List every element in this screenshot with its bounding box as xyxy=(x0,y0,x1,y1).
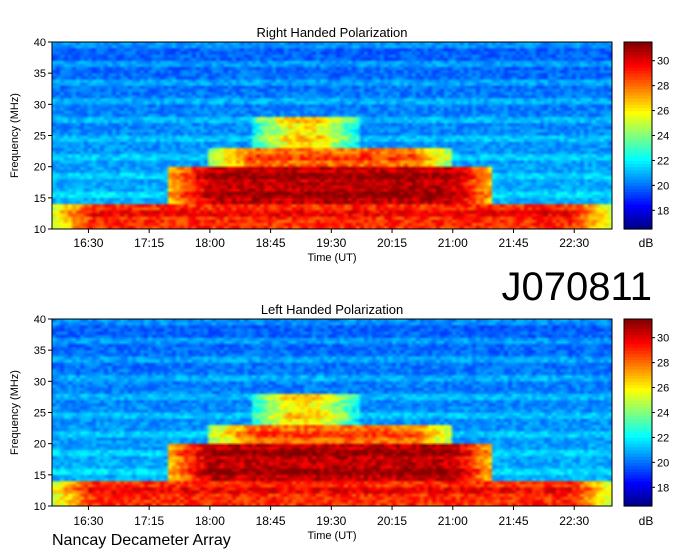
colorbar-tick-label: 30 xyxy=(657,56,669,68)
x-tick-label: 20:15 xyxy=(377,236,407,250)
instrument-label: Nancay Decameter Array xyxy=(52,532,231,549)
x-tick-label: 17:15 xyxy=(134,514,164,528)
x-tick-label: 21:45 xyxy=(498,514,528,528)
x-tick-label: 19:30 xyxy=(316,514,346,528)
y-tick-label: 40 xyxy=(34,314,46,326)
x-tick-label: 18:45 xyxy=(256,236,286,250)
y-tick-label: 15 xyxy=(34,193,46,205)
y-tick-label: 20 xyxy=(34,439,46,451)
x-tick-label: 18:45 xyxy=(256,514,286,528)
y-tick-label: 15 xyxy=(34,470,46,482)
colorbar-tick-label: 24 xyxy=(657,408,669,420)
y-tick-label: 25 xyxy=(34,408,46,420)
y-tick-label: 30 xyxy=(34,376,46,388)
x-tick-label: 18:00 xyxy=(195,236,225,250)
y-tick-label: 35 xyxy=(34,68,46,80)
colorbar-tick-label: 26 xyxy=(657,383,669,395)
panel-title: Right Handed Polarization xyxy=(256,25,407,40)
y-tick-label: 10 xyxy=(34,224,46,236)
x-tick-label: 22:30 xyxy=(559,236,589,250)
spectrogram-figure: J070811 Nancay Decameter Array Right Han… xyxy=(9,25,669,549)
x-tick-label: 18:00 xyxy=(195,514,225,528)
y-tick-label: 35 xyxy=(34,345,46,357)
y-tick-label: 10 xyxy=(34,501,46,513)
panel-title: Left Handed Polarization xyxy=(261,302,403,317)
x-tick-label: 16:30 xyxy=(73,236,103,250)
x-tick-label: 16:30 xyxy=(73,514,103,528)
colorbar-tick-label: 18 xyxy=(657,482,669,494)
colorbar-unit-label: dB xyxy=(639,514,654,528)
colorbar-segment xyxy=(624,319,652,323)
colorbar-segment xyxy=(624,42,652,46)
spectrogram-panel-1: Left Handed Polarization 16:30 17:15 18:00 1… xyxy=(9,302,669,542)
colorbar-tick-label: 28 xyxy=(657,358,669,370)
x-tick-label: 22:30 xyxy=(559,514,589,528)
x-axis-label: Time (UT) xyxy=(307,252,356,264)
x-tick-label: 17:15 xyxy=(134,236,164,250)
y-tick-label: 30 xyxy=(34,99,46,111)
y-tick-label: 40 xyxy=(34,37,46,49)
colorbar-tick-label: 26 xyxy=(657,106,669,118)
y-tick-label: 20 xyxy=(34,162,46,174)
observation-id: J070811 xyxy=(501,265,652,309)
colorbar-tick-label: 20 xyxy=(657,457,669,469)
x-tick-label: 19:30 xyxy=(316,236,346,250)
colorbar-tick-label: 18 xyxy=(657,205,669,217)
spectrogram-heatmap xyxy=(52,319,612,506)
colorbar-tick-label: 20 xyxy=(657,180,669,192)
colorbar-tick-label: 24 xyxy=(657,131,669,143)
colorbar-tick-label: 22 xyxy=(657,432,669,444)
y-axis-label: Frequency (MHz) xyxy=(9,93,21,178)
x-tick-label: 20:15 xyxy=(377,514,407,528)
y-tick-label: 25 xyxy=(34,131,46,143)
y-axis-label: Frequency (MHz) xyxy=(9,370,21,455)
colorbar-unit-label: dB xyxy=(639,236,654,250)
colorbar-tick-label: 22 xyxy=(657,155,669,167)
colorbar-tick-label: 30 xyxy=(657,333,669,345)
x-tick-label: 21:00 xyxy=(438,514,468,528)
x-tick-label: 21:45 xyxy=(498,236,528,250)
spectrogram-panel-0: Right Handed Polarization 16:30 17:15 18:00… xyxy=(9,25,669,264)
x-tick-label: 21:00 xyxy=(438,236,468,250)
spectrogram-heatmap xyxy=(52,42,612,229)
x-axis-label: Time (UT) xyxy=(307,530,356,542)
colorbar-tick-label: 28 xyxy=(657,81,669,93)
